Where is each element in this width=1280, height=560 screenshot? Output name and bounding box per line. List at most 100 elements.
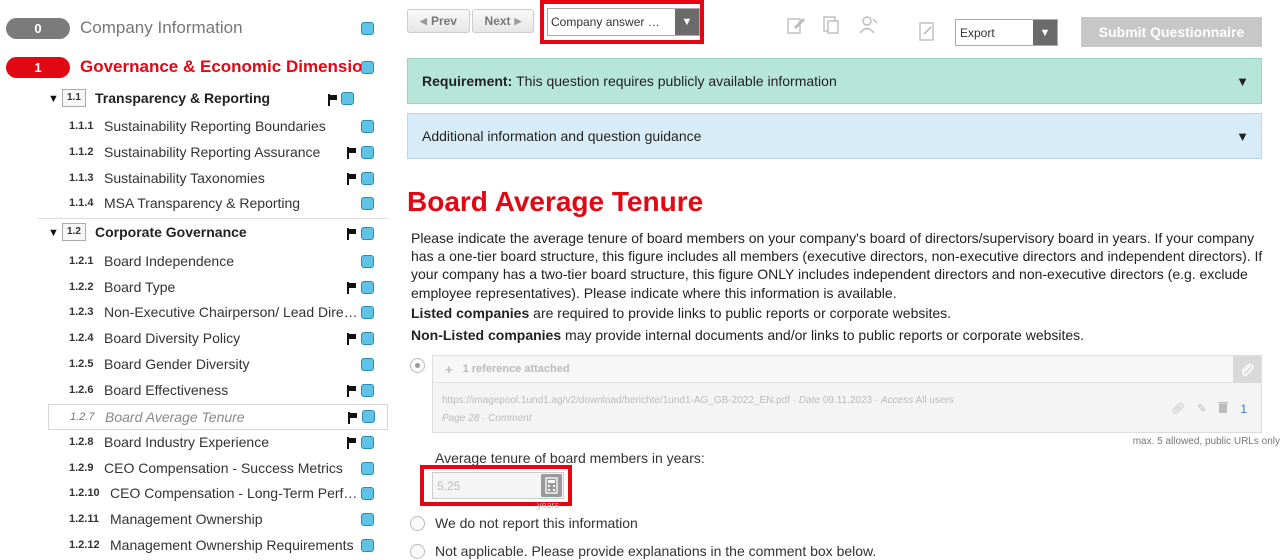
prev-label: Prev	[430, 14, 457, 28]
next-button[interactable]: Next ▶	[472, 9, 534, 33]
status-square-icon	[361, 120, 374, 133]
sidebar-item-1-1-4[interactable]: 1.1.4 MSA Transparency & Reporting	[38, 191, 388, 217]
no-report-option-label[interactable]: We do not report this information	[435, 515, 638, 531]
question-title: Board Average Tenure	[407, 186, 704, 217]
sidebar-item-1-2-1[interactable]: 1.2.1 Board Independence	[38, 249, 388, 275]
status-square-icon	[361, 22, 374, 35]
sidebar-item-1-2-11[interactable]: 1.2.11 Management Ownership	[38, 507, 388, 533]
item-number: 1.2.7	[70, 411, 95, 423]
export-select[interactable]: Export ▼	[955, 19, 1058, 46]
item-label: Board Average Tenure	[105, 409, 245, 425]
section-number-badge: 0	[6, 17, 70, 39]
export-select-value: Export	[960, 25, 995, 40]
edit-document-icon[interactable]	[785, 14, 807, 36]
sidebar-item-1-2-10[interactable]: 1.2.10 CEO Compensation - Long-Term Perf…	[38, 481, 388, 507]
answer-version-select[interactable]: Company answer … ▼	[547, 8, 700, 36]
sidebar-item-1-2-9[interactable]: 1.2.9 CEO Compensation - Success Metrics	[38, 456, 388, 482]
flag-icon	[348, 412, 358, 424]
listed-companies-note: Listed companies are required to provide…	[411, 305, 951, 321]
listed-companies-label: Listed companies	[411, 305, 530, 321]
flag-icon	[347, 437, 357, 449]
status-square-icon	[361, 146, 374, 159]
collapse-triangle-icon[interactable]: ▼	[48, 227, 59, 239]
item-label: Board Type	[104, 279, 176, 295]
paperclip-icon[interactable]	[1233, 356, 1261, 383]
sidebar-item-1-2-12[interactable]: 1.2.12 Management Ownership Requirements	[38, 533, 388, 559]
flag-icon	[347, 333, 357, 345]
reference-page-comment: Page 28 · Comment	[442, 413, 532, 424]
section-company-information[interactable]: 0 Company Information	[0, 13, 388, 43]
guidance-panel[interactable]: Additional information and question guid…	[407, 113, 1262, 159]
reference-count: 1	[1240, 401, 1247, 416]
not-applicable-radio[interactable]	[410, 544, 425, 559]
requirement-label: Requirement:	[422, 73, 513, 89]
access-label: Access	[881, 395, 914, 406]
item-number: 1.2.6	[69, 384, 94, 396]
prev-button[interactable]: ◀ Prev	[407, 9, 470, 33]
sidebar-item-1-2-7-current[interactable]: 1.2.7 Board Average Tenure	[48, 404, 388, 430]
reference-comment[interactable]: Comment	[488, 413, 531, 424]
status-square-icon	[361, 61, 374, 74]
item-label: Board Diversity Policy	[104, 330, 241, 346]
status-square-icon	[361, 384, 374, 397]
item-label: Management Ownership Requirements	[110, 537, 354, 553]
subsection-transparency-reporting[interactable]: ▼ 1.1 Transparency & Reporting	[38, 85, 388, 113]
section-title: Governance & Economic Dimension	[80, 57, 373, 76]
not-applicable-option-label[interactable]: Not applicable. Please provide explanati…	[435, 543, 876, 559]
sidebar-item-1-2-8[interactable]: 1.2.8 Board Industry Experience	[38, 430, 388, 456]
sidebar-item-1-2-2[interactable]: 1.2.2 Board Type	[38, 275, 388, 301]
subsection-title: Transparency & Reporting	[95, 90, 271, 106]
flag-icon	[347, 147, 357, 159]
sidebar-item-1-2-4[interactable]: 1.2.4 Board Diversity Policy	[38, 326, 388, 352]
notes-icon[interactable]	[916, 20, 938, 42]
nonlisted-companies-label: Non-Listed companies	[411, 327, 562, 343]
reference-details: https://imagepool.1und1.ag/v2/download/b…	[442, 395, 954, 406]
status-square-icon	[361, 281, 374, 294]
sidebar-item-1-1-1[interactable]: 1.1.1 Sustainability Reporting Boundarie…	[38, 114, 388, 140]
item-label: Board Effectiveness	[104, 382, 229, 398]
max-references-note: max. 5 allowed, public URLs only	[1132, 436, 1280, 447]
collapse-triangle-icon[interactable]: ▼	[48, 93, 59, 105]
no-report-radio[interactable]	[410, 516, 425, 531]
item-number: 1.2.5	[69, 358, 94, 370]
item-number: 1.1.1	[69, 120, 94, 132]
question-description: Please indicate the average tenure of bo…	[411, 230, 1263, 301]
expand-caret-icon[interactable]: ▼	[1236, 129, 1249, 144]
sidebar-item-1-2-3[interactable]: 1.2.3 Non-Executive Chairperson/ Lead Di…	[38, 300, 388, 326]
reference-url[interactable]: https://imagepool.1und1.ag/v2/download/b…	[442, 395, 790, 406]
copy-document-icon[interactable]	[820, 14, 842, 36]
assign-user-icon[interactable]	[858, 14, 880, 36]
item-number: 1.1.2	[69, 146, 94, 158]
calculator-icon[interactable]	[541, 474, 562, 497]
sidebar-item-1-1-3[interactable]: 1.1.3 Sustainability Taxonomies	[38, 166, 388, 192]
submit-questionnaire-button[interactable]: Submit Questionnaire	[1081, 17, 1262, 47]
sidebar-item-1-2-6[interactable]: 1.2.6 Board Effectiveness	[38, 378, 388, 404]
flag-icon	[347, 173, 357, 185]
subsection-corporate-governance[interactable]: ▼ 1.2 Corporate Governance	[38, 218, 388, 246]
plus-icon[interactable]: +	[445, 362, 453, 377]
item-label: Sustainability Taxonomies	[104, 170, 265, 186]
flag-icon	[347, 228, 357, 240]
chevron-right-icon: ▶	[514, 15, 522, 26]
status-square-icon	[361, 539, 374, 552]
item-number: 1.2.2	[69, 281, 94, 293]
reference-radio[interactable]	[410, 358, 425, 373]
item-label: CEO Compensation - Success Metrics	[104, 460, 343, 476]
sidebar-item-1-1-2[interactable]: 1.1.2 Sustainability Reporting Assurance	[38, 140, 388, 166]
item-number: 1.1.3	[69, 172, 94, 184]
expand-caret-icon[interactable]: ▼	[1236, 74, 1249, 89]
item-label: Sustainability Reporting Assurance	[104, 144, 321, 160]
sidebar-item-1-2-5[interactable]: 1.2.5 Board Gender Diversity	[38, 352, 388, 378]
flag-icon	[347, 385, 357, 397]
dropdown-arrow-icon: ▼	[1033, 20, 1057, 45]
item-number: 1.2.4	[69, 332, 94, 344]
item-label: Non-Executive Chairperson/ Lead Dire…	[104, 304, 358, 320]
nonlisted-companies-text: may provide internal documents and/or li…	[561, 327, 1085, 343]
requirement-panel[interactable]: Requirement: This question requires publ…	[407, 58, 1262, 104]
link-icon[interactable]: 🔗︎	[1171, 402, 1185, 415]
pencil-icon[interactable]: ✎	[1197, 402, 1206, 415]
reference-header[interactable]: + 1 reference attached	[433, 356, 1261, 383]
trash-icon[interactable]	[1218, 401, 1229, 416]
section-governance-economic[interactable]: 1 Governance & Economic Dimension	[0, 52, 388, 82]
questionnaire-sidebar: 0 Company Information 1 Governance & Eco…	[0, 0, 388, 560]
